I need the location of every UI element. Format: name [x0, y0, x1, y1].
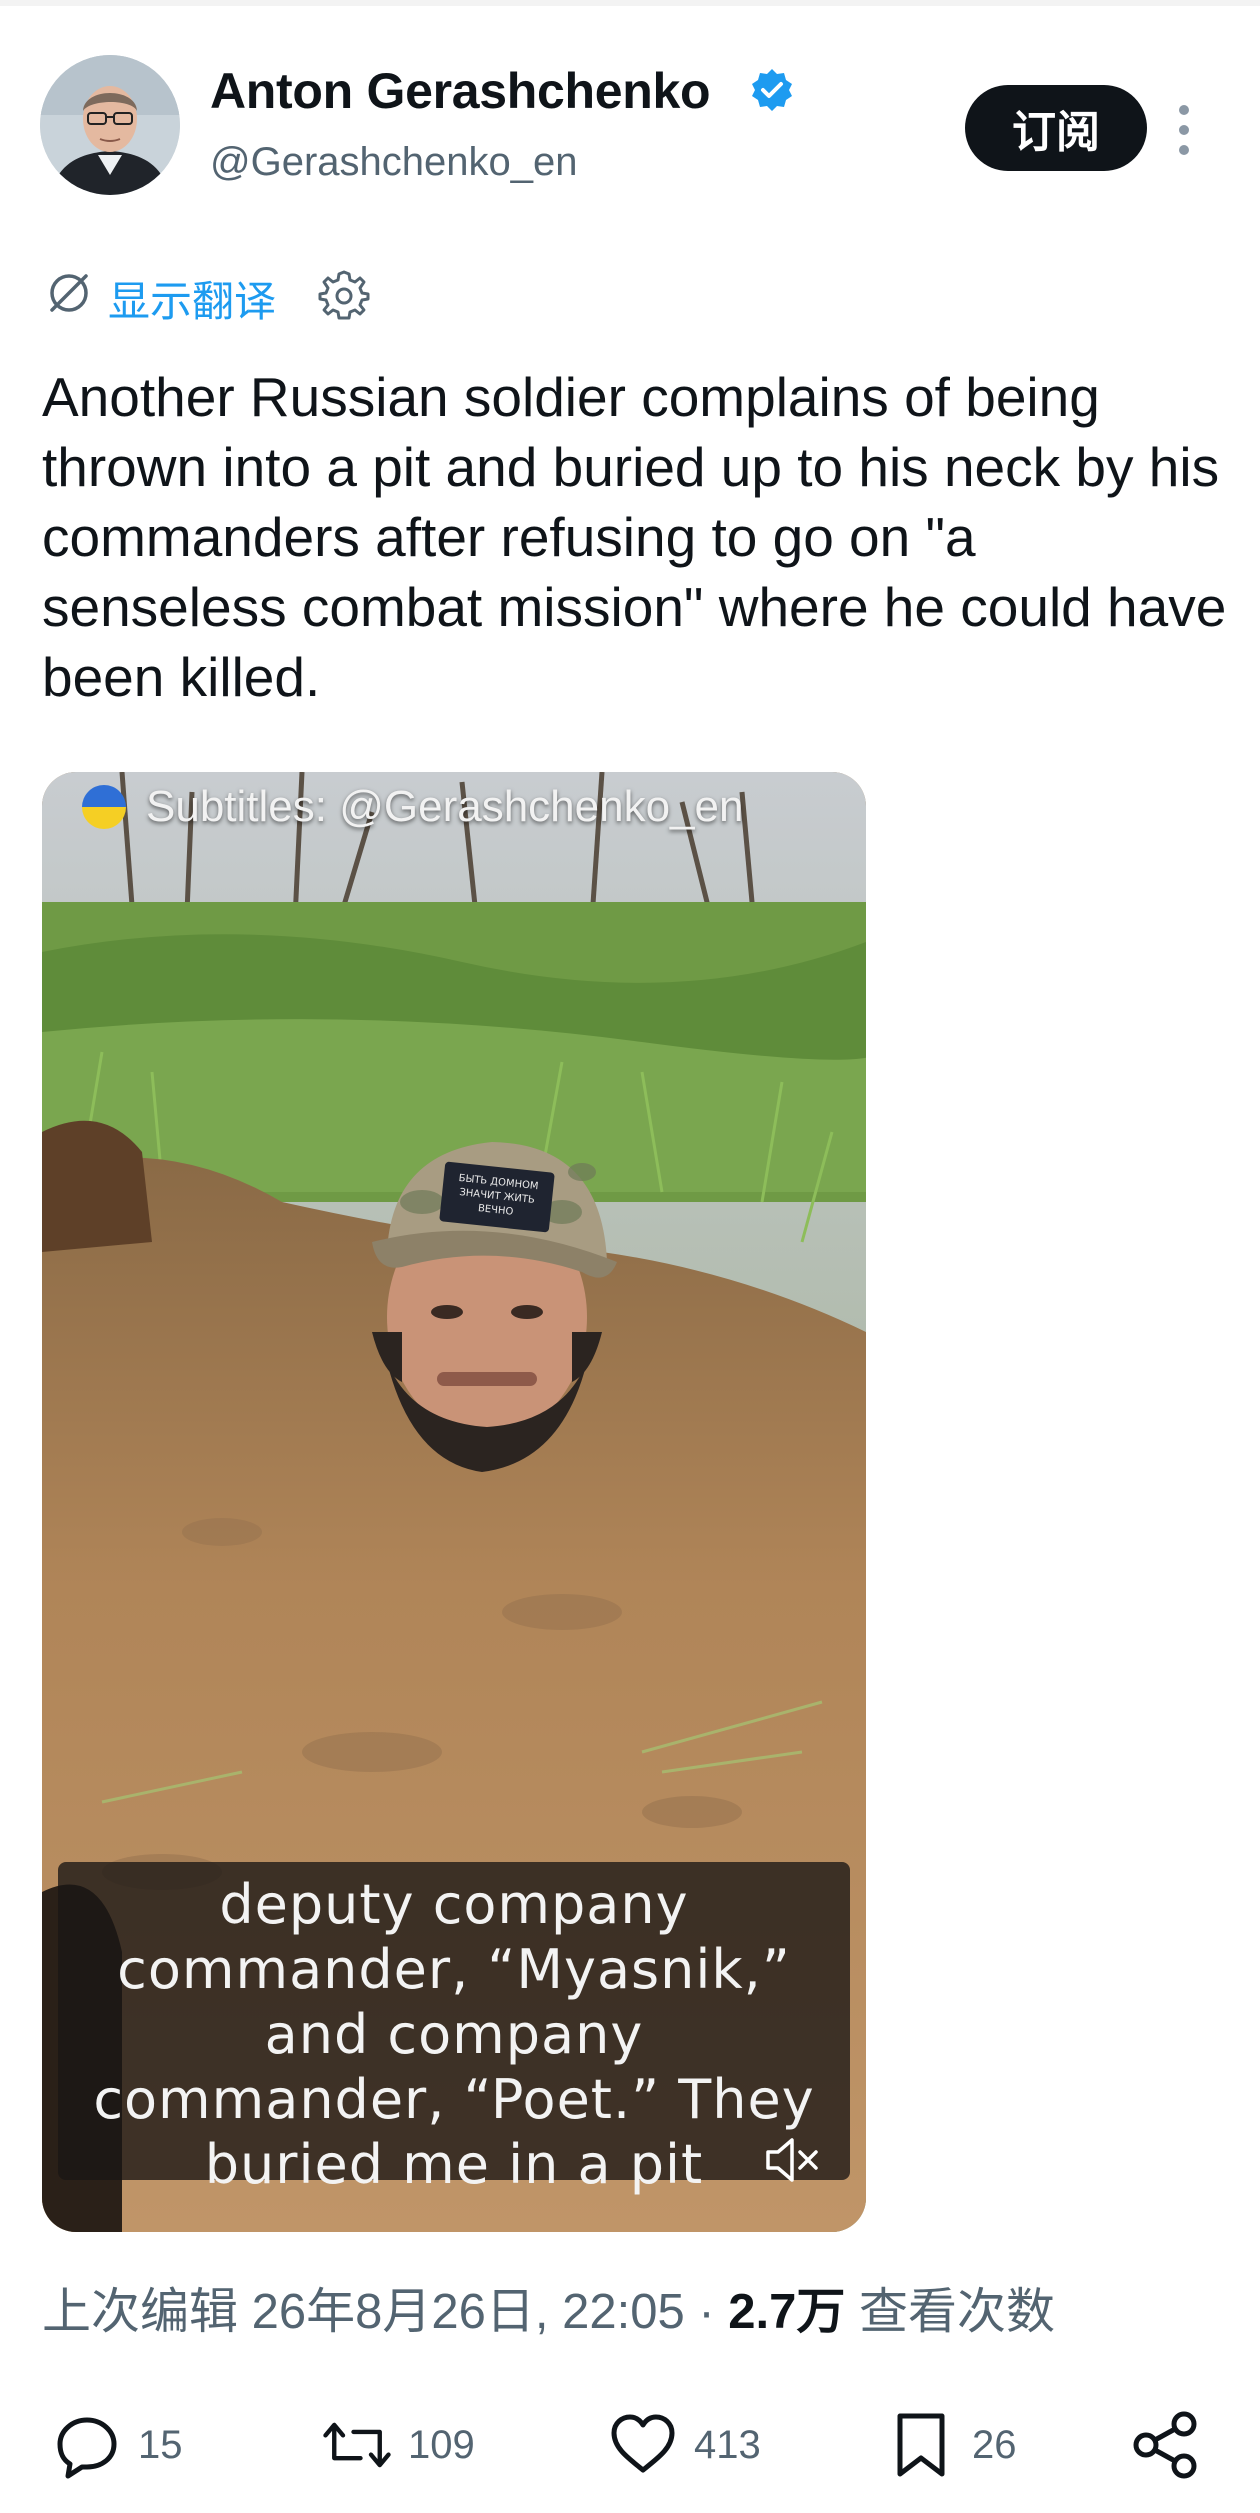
subscribe-button[interactable]: 订阅: [965, 85, 1147, 171]
tweet-text: Another Russian soldier complains of bei…: [42, 366, 1227, 708]
retweet-button[interactable]: 109: [322, 2410, 475, 2480]
author-avatar[interactable]: [40, 55, 180, 195]
subtitle-credit-text: Subtitles: @Gerashchenko_en: [146, 782, 744, 831]
volume-muted-icon[interactable]: [762, 2132, 822, 2188]
bookmark-icon: [897, 2413, 945, 2477]
video-caption: deputy company commander, “Myasnik,” and…: [93, 1873, 815, 2196]
verified-badge-icon: [752, 69, 792, 111]
heart-icon: [611, 2414, 675, 2473]
gear-icon[interactable]: [318, 268, 370, 320]
bookmark-count: 26: [972, 2422, 1017, 2467]
author-handle[interactable]: @Gerashchenko_en: [210, 140, 578, 185]
subtitle-credit: Subtitles: @Gerashchenko_en: [82, 782, 743, 832]
bookmark-button[interactable]: 26: [886, 2410, 1017, 2480]
like-button[interactable]: 413: [608, 2410, 761, 2480]
video-player[interactable]: БЫТЬ ДОМНОМ ЗНАЧИТ ЖИТЬ ВЕЧНО Subtitles:…: [42, 772, 866, 2232]
view-count: 2.7万: [728, 2285, 846, 2339]
tweet-meta: 上次编辑 26年8月26日, 22:05 · 2.7万 查看次数: [42, 2272, 1055, 2343]
author-name[interactable]: Anton Gerashchenko: [210, 62, 711, 120]
show-translation-link[interactable]: 显示翻译: [108, 268, 276, 329]
edited-timestamp[interactable]: 上次编辑 26年8月26日, 22:05: [42, 2285, 685, 2339]
like-count: 413: [694, 2422, 761, 2467]
retweet-icon: [323, 2422, 391, 2468]
retweet-count: 109: [408, 2422, 475, 2467]
more-vertical-icon[interactable]: [1170, 100, 1198, 160]
reply-icon: [57, 2417, 117, 2479]
share-icon: [1133, 2411, 1197, 2479]
meta-separator: ·: [698, 2285, 715, 2339]
view-count-label: 查看次数: [859, 2285, 1056, 2339]
share-button[interactable]: [1130, 2410, 1200, 2480]
top-divider: [0, 0, 1260, 6]
translate-icon[interactable]: [44, 268, 94, 318]
reply-button[interactable]: 15: [52, 2410, 183, 2480]
reply-count: 15: [138, 2422, 183, 2467]
ukraine-flag-icon: [82, 785, 126, 829]
